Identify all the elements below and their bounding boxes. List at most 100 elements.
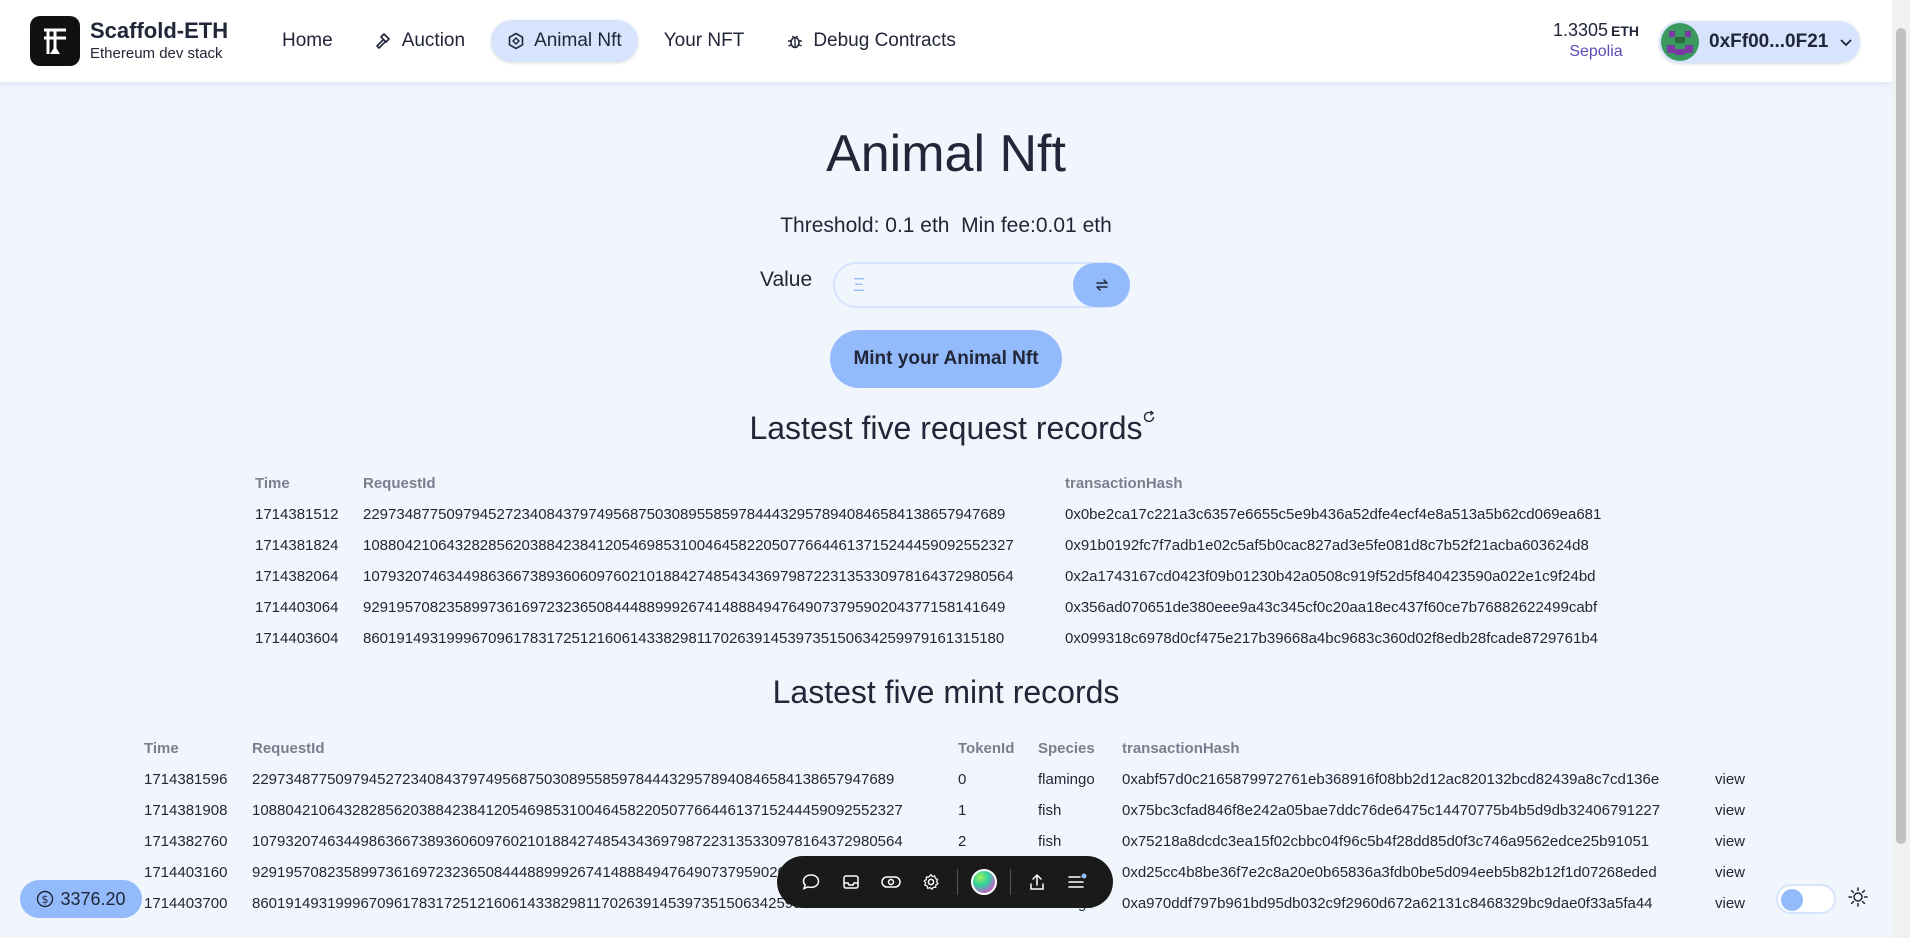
cell-requestid: 2297348775097945272340843797495687503089… [252, 771, 895, 788]
balance-unit: ETH [1611, 23, 1640, 39]
col-time: Time [144, 740, 179, 757]
table-row: 1714381908 10880421064328285620388423841… [144, 795, 1745, 826]
cell-time: 1714381596 [144, 771, 228, 788]
toggle-knob [1781, 889, 1803, 911]
col-requestid: RequestId [252, 740, 325, 757]
cell-txhash: 0x2a1743167cd0423f09b01230b42a0508c919f5… [1065, 568, 1596, 585]
share-icon[interactable] [1017, 862, 1057, 902]
cell-time: 1714381908 [144, 802, 228, 819]
cell-txhash: 0x75bc3cfad846f8e242a05bae7ddc76de6475c1… [1122, 802, 1661, 819]
nav-your-nft-label: Your NFT [663, 30, 745, 51]
cell-species: fish [1038, 802, 1062, 819]
view-link[interactable]: view [1715, 888, 1745, 919]
dev-toolbar [777, 856, 1113, 908]
mint-records-title: Lastest five mint records [772, 674, 1120, 710]
cell-requestid: 8601914931999670961783172512160614338298… [363, 630, 1005, 647]
table-row: 1714381596 22973487750979452723408437974… [144, 764, 1745, 795]
cell-txhash: 0xa970ddf797b961bd95db032c9f2960d672a621… [1122, 895, 1653, 912]
table-row: 1714403604 86019149319996709617831725121… [255, 623, 1601, 654]
mint-button[interactable]: Mint your Animal Nft [830, 330, 1062, 388]
header-bar: Scaffold-ETH Ethereum dev stack Home Auc… [0, 0, 1892, 82]
eth-balance: 1.3305 ETH Sepolia [1548, 20, 1644, 61]
convert-button[interactable] [1073, 263, 1130, 307]
request-records-title: Lastest five request records [749, 410, 1143, 446]
table-row: 1714403064 92919570823589973616972323650… [255, 592, 1601, 623]
cell-tokenid: 2 [958, 833, 967, 850]
eth-symbol: Ξ [853, 274, 865, 295]
cell-txhash: 0xabf57d0c2165879972761eb368916f08bb2d12… [1122, 771, 1660, 788]
nav-auction[interactable]: Auction [359, 20, 481, 62]
view-link[interactable]: view [1715, 764, 1745, 795]
cell-time: 1714381512 [255, 506, 339, 523]
eth-price: 3376.20 [60, 888, 126, 909]
cell-requestid: 2297348775097945272340843797495687503089… [363, 506, 1006, 523]
refresh-icon[interactable] [1142, 410, 1156, 424]
page-title: Animal Nft [826, 125, 1066, 183]
chevron-down-icon [1838, 34, 1854, 50]
col-action [1715, 733, 1745, 764]
nav-animal-nft[interactable]: Animal Nft [491, 20, 638, 62]
cell-txhash: 0xd25cc4b8be36f7e2c8a20e0b65836a3fdb0be5… [1122, 864, 1657, 881]
cell-txhash: 0x356ad070651de380eee9a43c345cf0c20aa18e… [1065, 599, 1598, 616]
brand-subtitle: Ethereum dev stack [90, 45, 223, 62]
nav-debug-contracts[interactable]: Debug Contracts [770, 20, 972, 62]
cell-txhash: 0x75218a8dcdc3ea15f02cbbc04f96c5b4f28dd8… [1122, 833, 1650, 850]
cell-tokenid: 1 [958, 802, 967, 819]
brand: Scaffold-ETH Ethereum dev stack [90, 18, 228, 64]
view-link[interactable]: view [1715, 857, 1745, 888]
col-time: Time [255, 475, 290, 492]
balance-amount: 1.3305 [1552, 20, 1609, 40]
cell-txhash: 0x91b0192fc7f7adb1e02c5af5b0cac827ad3e5f… [1065, 537, 1589, 554]
nav-your-nft[interactable]: Your NFT [648, 20, 761, 62]
cell-species: flamingo [1038, 771, 1095, 788]
cell-txhash: 0x099318c6978d0cf475e217b39668a4bc9683c3… [1065, 630, 1599, 647]
cell-requestid: 1079320746344986366738936060976021018842… [252, 833, 903, 850]
col-requestid: RequestId [363, 475, 436, 492]
value-input[interactable] [872, 274, 1033, 296]
eye-icon[interactable] [871, 862, 911, 902]
main-nav: Home Auction Animal Nft Your NFT Debug C… [266, 20, 972, 62]
cell-time: 1714382760 [144, 833, 228, 850]
cell-txhash: 0x0be2ca17c221a3c6357e6655c5e9b436a52dfe… [1065, 506, 1602, 523]
menu-icon[interactable] [1057, 862, 1097, 902]
dollar-icon: $ [36, 890, 54, 908]
view-link[interactable]: view [1715, 826, 1745, 857]
view-link[interactable]: view [1715, 795, 1745, 826]
toolbar-divider [957, 869, 958, 895]
wallet-address: 0xFf00...0F21 [1709, 31, 1829, 52]
color-orb-icon[interactable] [964, 862, 1004, 902]
settings-icon[interactable] [911, 862, 951, 902]
scrollbar-thumb[interactable] [1896, 28, 1906, 844]
col-transactionhash: transactionHash [1122, 740, 1240, 757]
table-row: 1714382064 10793207463449863667389360609… [255, 561, 1601, 592]
nav-debug-contracts-label: Debug Contracts [813, 30, 956, 51]
wallet-button[interactable]: 0xFf00...0F21 [1659, 21, 1860, 63]
scaffold-logo[interactable] [30, 16, 80, 66]
table-row: 1714382760 10793207463449863667389360609… [144, 826, 1745, 857]
col-tokenid: TokenId [958, 740, 1015, 757]
cell-time: 1714403160 [144, 864, 228, 881]
col-transactionhash: transactionHash [1065, 475, 1183, 492]
cell-tokenid: 0 [958, 771, 967, 788]
nav-animal-nft-label: Animal Nft [534, 30, 622, 51]
toolbar-divider [1010, 869, 1011, 895]
value-label: Value [760, 268, 813, 291]
eth-price-badge[interactable]: $ 3376.20 [20, 880, 142, 918]
comment-icon[interactable] [791, 862, 831, 902]
col-species: Species [1038, 740, 1095, 757]
svg-text:$: $ [42, 893, 49, 906]
nav-home-label: Home [282, 30, 333, 51]
cell-requestid: 1088042106432828562038842384120546985310… [363, 537, 1014, 554]
cell-species: fish [1038, 833, 1062, 850]
table-row: 1714381512 22973487750979452723408437974… [255, 499, 1601, 530]
cell-time: 1714381824 [255, 537, 339, 554]
brand-name: Scaffold-ETH [90, 18, 229, 43]
hammer-icon [375, 32, 393, 50]
cell-time: 1714403604 [255, 630, 339, 647]
network-name: Sepolia [1569, 43, 1623, 60]
theme-toggle[interactable] [1776, 884, 1836, 914]
inbox-icon[interactable] [831, 862, 871, 902]
hexagon-icon [507, 32, 525, 50]
nav-home[interactable]: Home [266, 20, 349, 62]
threshold-info: Threshold: 0.1 eth Min fee:0.01 eth [780, 214, 1112, 237]
